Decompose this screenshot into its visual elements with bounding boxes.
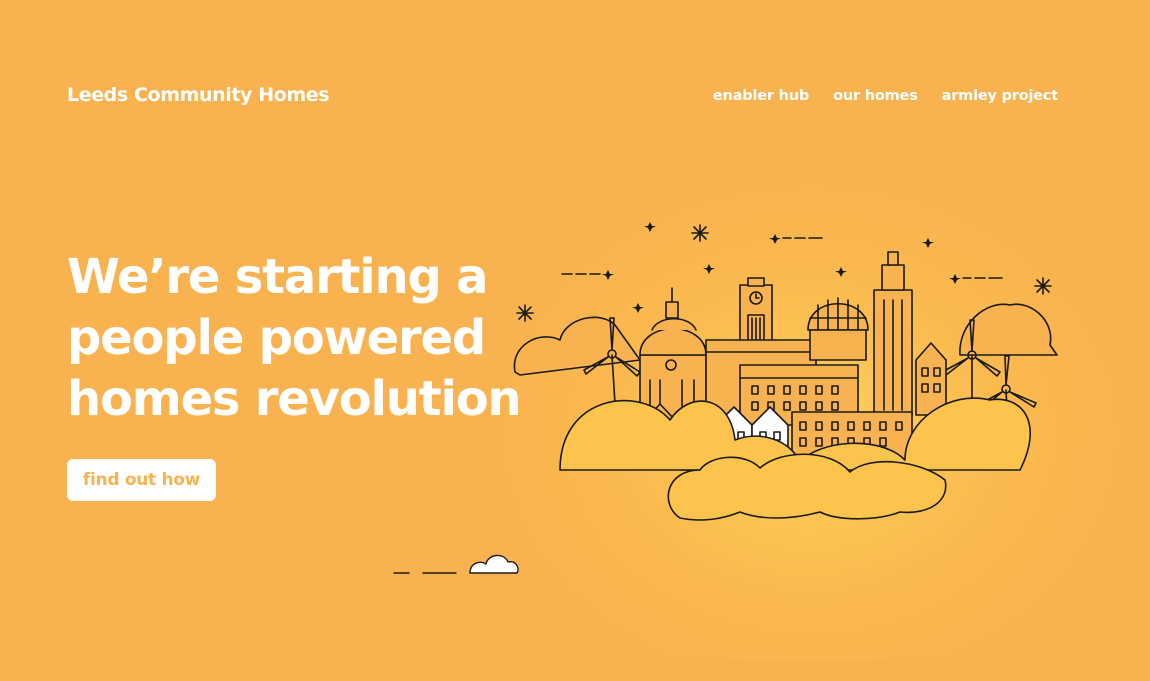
gabled-house bbox=[915, 342, 947, 416]
cloud-icon bbox=[469, 554, 519, 574]
domed-building bbox=[639, 287, 707, 421]
tall-tower bbox=[873, 251, 913, 416]
city-skyline-illustration bbox=[393, 222, 1058, 574]
dash-lines bbox=[561, 237, 1003, 279]
glass-dome-building bbox=[807, 297, 869, 361]
sparkle-icon bbox=[516, 224, 1052, 322]
